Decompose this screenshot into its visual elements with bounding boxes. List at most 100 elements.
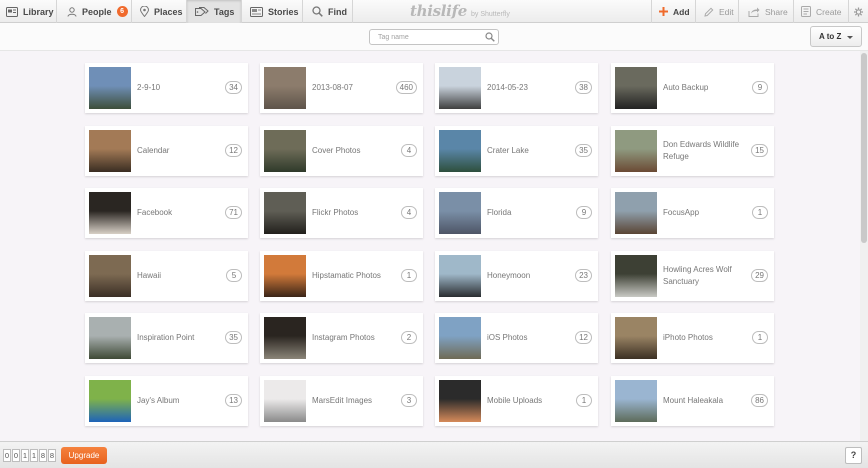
tag-card[interactable]: Crater Lake 35	[435, 126, 598, 176]
tag-card[interactable]: Florida 9	[435, 188, 598, 238]
tag-count-badge: 35	[575, 144, 592, 157]
tag-label: MarsEdit Images	[312, 396, 373, 405]
tag-label: Jay's Album	[137, 396, 180, 405]
tag-label: Howling Acres Wolf Sanctuary	[663, 265, 732, 286]
nav-tab-label: Find	[328, 6, 347, 17]
tag-card[interactable]: Cover Photos 4	[260, 126, 423, 176]
brand-byline: by Shutterfly	[470, 11, 510, 18]
tag-card[interactable]: Instagram Photos 2	[260, 313, 423, 363]
tag-count-badge: 4	[401, 206, 417, 219]
tag-card[interactable]: Honeymoon 23	[435, 251, 598, 301]
help-button[interactable]: ?	[845, 447, 862, 464]
upgrade-button[interactable]: Upgrade	[61, 447, 107, 464]
tag-card[interactable]: 2013-08-07 460	[260, 63, 423, 113]
tag-card[interactable]: MarsEdit Images 3	[260, 376, 423, 426]
tag-count-badge: 34	[225, 81, 242, 94]
tag-label: Crater Lake	[487, 146, 529, 155]
tag-thumbnail	[439, 255, 481, 297]
tag-label: Instagram Photos	[312, 333, 375, 342]
tag-label: Hipstamatic Photos	[312, 271, 381, 280]
tag-count-badge: 2	[401, 331, 417, 344]
tag-thumbnail	[439, 130, 481, 172]
tag-icon	[195, 6, 209, 16]
search-icon[interactable]	[485, 32, 495, 42]
tag-card[interactable]: Don Edwards Wildlife Refuge 15	[611, 126, 774, 176]
tag-thumbnail	[89, 192, 131, 234]
nav-tab-people[interactable]: People 6	[57, 0, 132, 23]
tag-count-badge: 5	[226, 269, 242, 282]
person-icon	[67, 6, 77, 17]
tag-card[interactable]: 2014-05-23 38	[435, 63, 598, 113]
create-book-icon	[801, 6, 811, 17]
nav-tab-label: Stories	[268, 6, 299, 17]
tag-thumbnail	[89, 255, 131, 297]
tag-count-badge: 1	[752, 206, 768, 219]
tag-label: Flickr Photos	[312, 208, 359, 217]
tag-card[interactable]: Facebook 71	[85, 188, 248, 238]
add-button[interactable]: Add	[651, 0, 695, 23]
tag-label: Hawaii	[137, 271, 162, 280]
edit-button[interactable]: Edit	[695, 0, 738, 23]
tag-card[interactable]: Howling Acres Wolf Sanctuary 29	[611, 251, 774, 301]
tag-card[interactable]: Hipstamatic Photos 1	[260, 251, 423, 301]
tag-card[interactable]: Flickr Photos 4	[260, 188, 423, 238]
tag-card[interactable]: iPhoto Photos 1	[611, 313, 774, 363]
tag-thumbnail	[264, 255, 306, 297]
share-icon	[748, 7, 760, 17]
brand-logo: thislife by Shutterfly	[410, 2, 510, 21]
chevron-down-icon	[847, 36, 853, 39]
sort-dropdown[interactable]: A to Z	[810, 26, 862, 47]
tag-label: iPhoto Photos	[663, 333, 713, 342]
create-button[interactable]: Create	[793, 0, 846, 23]
tag-card[interactable]: Inspiration Point 35	[85, 313, 248, 363]
tag-thumbnail	[615, 380, 657, 422]
tag-label: Cover Photos	[312, 146, 361, 155]
gear-icon	[854, 7, 863, 16]
stories-icon	[250, 6, 263, 17]
counter-digit: 8	[48, 449, 56, 462]
tag-thumbnail	[264, 380, 306, 422]
nav-tab-stories[interactable]: Stories	[242, 0, 303, 23]
photo-counter: 001188	[3, 449, 57, 462]
tag-card[interactable]: Jay's Album 13	[85, 376, 248, 426]
tag-label: Facebook	[137, 208, 173, 217]
tag-card[interactable]: Mobile Uploads 1	[435, 376, 598, 426]
counter-digit: 1	[30, 449, 38, 462]
tag-card[interactable]: Calendar 12	[85, 126, 248, 176]
tag-thumbnail	[439, 192, 481, 234]
tag-thumbnail	[615, 255, 657, 297]
settings-button[interactable]	[848, 0, 868, 23]
share-button[interactable]: Share	[738, 0, 791, 23]
tag-search-input[interactable]	[369, 29, 499, 45]
tag-card[interactable]: FocusApp 1	[611, 188, 774, 238]
tag-card[interactable]: Mount Haleakala 86	[611, 376, 774, 426]
tag-thumbnail	[264, 192, 306, 234]
pencil-icon	[704, 7, 714, 17]
nav-tab-library[interactable]: Library	[0, 0, 57, 23]
tag-card[interactable]: iOS Photos 12	[435, 313, 598, 363]
tag-card[interactable]: Auto Backup 9	[611, 63, 774, 113]
tag-count-badge: 12	[575, 331, 592, 344]
tag-thumbnail	[615, 130, 657, 172]
scrollbar-thumb[interactable]	[861, 53, 867, 243]
tag-card[interactable]: 2-9-10 34	[85, 63, 248, 113]
map-pin-icon	[140, 6, 149, 17]
top-toolbar: Library People 6 Places Tags Stories Fin…	[0, 0, 868, 23]
tag-count-badge: 71	[225, 206, 242, 219]
tag-count-badge: 1	[401, 269, 417, 282]
nav-tab-label: Tags	[214, 6, 235, 17]
nav-tab-tags[interactable]: Tags	[187, 0, 242, 23]
nav-tab-places[interactable]: Places	[132, 0, 187, 23]
nav-tab-find[interactable]: Find	[303, 0, 353, 23]
tag-count-badge: 3	[401, 394, 417, 407]
library-icon	[6, 6, 18, 17]
add-label: Add	[673, 6, 690, 17]
counter-digit: 8	[39, 449, 47, 462]
tag-label: Auto Backup	[663, 83, 709, 92]
tag-label: FocusApp	[663, 208, 700, 217]
tag-thumbnail	[615, 317, 657, 359]
tag-count-badge: 35	[225, 331, 242, 344]
tag-thumbnail	[439, 67, 481, 109]
tag-card[interactable]: Hawaii 5	[85, 251, 248, 301]
vertical-scrollbar[interactable]	[860, 51, 868, 441]
